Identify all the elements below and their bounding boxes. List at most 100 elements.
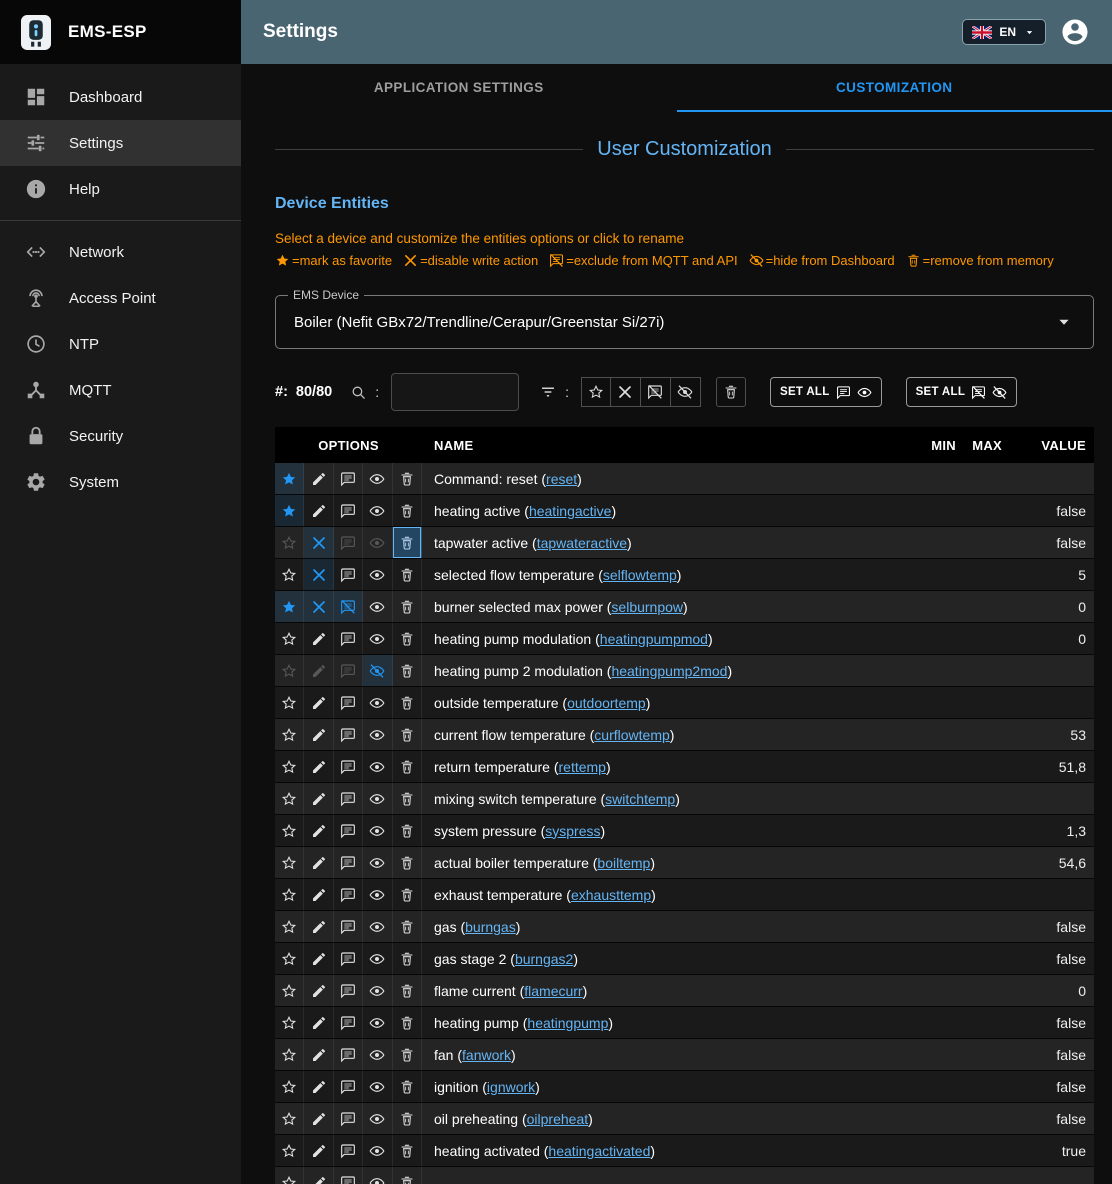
favorite-toggle[interactable] — [275, 975, 304, 1006]
hide-dashboard-toggle[interactable] — [363, 751, 392, 782]
entity-link[interactable]: reset — [546, 471, 577, 487]
hide-dashboard-toggle[interactable] — [363, 1007, 392, 1038]
favorite-toggle[interactable] — [275, 591, 304, 622]
hide-dashboard-toggle[interactable] — [363, 943, 392, 974]
ems-device-select[interactable]: EMS Device Boiler (Nefit GBx72/Trendline… — [275, 295, 1094, 349]
language-select[interactable]: EN — [962, 19, 1046, 45]
sidebar-item-network[interactable]: Network — [0, 229, 241, 275]
disable-write-toggle[interactable] — [304, 655, 333, 686]
exclude-mqtt-toggle[interactable] — [334, 463, 363, 494]
exclude-mqtt-toggle[interactable] — [334, 655, 363, 686]
disable-write-toggle[interactable] — [304, 495, 333, 526]
disable-write-toggle[interactable] — [304, 591, 333, 622]
hide-dashboard-toggle[interactable] — [363, 687, 392, 718]
favorite-toggle[interactable] — [275, 655, 304, 686]
remove-memory-toggle[interactable] — [393, 1071, 422, 1102]
favorite-toggle[interactable] — [275, 1167, 304, 1184]
favorite-toggle[interactable] — [275, 623, 304, 654]
exclude-mqtt-toggle[interactable] — [334, 751, 363, 782]
sidebar-item-access-point[interactable]: Access Point — [0, 275, 241, 321]
favorite-toggle[interactable] — [275, 1039, 304, 1070]
hide-dashboard-toggle[interactable] — [363, 527, 392, 558]
disable-write-toggle[interactable] — [304, 1039, 333, 1070]
filter-favorite-toggle[interactable] — [581, 377, 611, 407]
disable-write-toggle[interactable] — [304, 687, 333, 718]
exclude-mqtt-toggle[interactable] — [334, 911, 363, 942]
entity-link[interactable]: fanwork — [462, 1047, 511, 1063]
disable-write-toggle[interactable] — [304, 1103, 333, 1134]
filter-exclude-mqtt-toggle[interactable] — [641, 377, 671, 407]
exclude-mqtt-toggle[interactable] — [334, 591, 363, 622]
entity-link[interactable]: switchtemp — [605, 791, 675, 807]
hide-dashboard-toggle[interactable] — [363, 655, 392, 686]
hide-dashboard-toggle[interactable] — [363, 463, 392, 494]
entity-link[interactable]: outdoortemp — [567, 695, 646, 711]
disable-write-toggle[interactable] — [304, 911, 333, 942]
entity-link[interactable]: tapwateractive — [537, 535, 627, 551]
entity-link[interactable]: ignwork — [487, 1079, 535, 1095]
exclude-mqtt-toggle[interactable] — [334, 687, 363, 718]
hide-dashboard-toggle[interactable] — [363, 1167, 392, 1184]
account-icon[interactable] — [1060, 17, 1090, 47]
disable-write-toggle[interactable] — [304, 783, 333, 814]
favorite-toggle[interactable] — [275, 751, 304, 782]
remove-memory-toggle[interactable] — [393, 975, 422, 1006]
favorite-toggle[interactable] — [275, 783, 304, 814]
entity-link[interactable]: exhausttemp — [571, 887, 651, 903]
exclude-mqtt-toggle[interactable] — [334, 1007, 363, 1038]
exclude-mqtt-toggle[interactable] — [334, 495, 363, 526]
hide-dashboard-toggle[interactable] — [363, 591, 392, 622]
remove-memory-toggle[interactable] — [393, 1135, 422, 1166]
exclude-mqtt-toggle[interactable] — [334, 879, 363, 910]
hide-dashboard-toggle[interactable] — [363, 879, 392, 910]
hide-dashboard-toggle[interactable] — [363, 1039, 392, 1070]
remove-memory-toggle[interactable] — [393, 943, 422, 974]
exclude-mqtt-toggle[interactable] — [334, 527, 363, 558]
sidebar-item-dashboard[interactable]: Dashboard — [0, 74, 241, 120]
remove-memory-toggle[interactable] — [393, 687, 422, 718]
disable-write-toggle[interactable] — [304, 815, 333, 846]
disable-write-toggle[interactable] — [304, 559, 333, 590]
favorite-toggle[interactable] — [275, 719, 304, 750]
entity-link[interactable]: heatingactivated — [548, 1143, 650, 1159]
filter-delete-toggle[interactable] — [716, 377, 746, 407]
disable-write-toggle[interactable] — [304, 463, 333, 494]
remove-memory-toggle[interactable] — [393, 911, 422, 942]
exclude-mqtt-toggle[interactable] — [334, 719, 363, 750]
disable-write-toggle[interactable] — [304, 975, 333, 1006]
remove-memory-toggle[interactable] — [393, 719, 422, 750]
exclude-mqtt-toggle[interactable] — [334, 1103, 363, 1134]
favorite-toggle[interactable] — [275, 943, 304, 974]
sidebar-item-settings[interactable]: Settings — [0, 120, 241, 166]
sidebar-item-ntp[interactable]: NTP — [0, 321, 241, 367]
tab-customization[interactable]: CUSTOMIZATION — [677, 64, 1112, 112]
favorite-toggle[interactable] — [275, 463, 304, 494]
hide-dashboard-toggle[interactable] — [363, 623, 392, 654]
favorite-toggle[interactable] — [275, 527, 304, 558]
search-input[interactable] — [391, 373, 519, 411]
remove-memory-toggle[interactable] — [393, 495, 422, 526]
remove-memory-toggle[interactable] — [393, 1167, 422, 1184]
entity-link[interactable]: boiltemp — [597, 855, 650, 871]
hide-dashboard-toggle[interactable] — [363, 559, 392, 590]
filter-hide-dashboard-toggle[interactable] — [671, 377, 701, 407]
disable-write-toggle[interactable] — [304, 719, 333, 750]
remove-memory-toggle[interactable] — [393, 751, 422, 782]
hide-dashboard-toggle[interactable] — [363, 1103, 392, 1134]
remove-memory-toggle[interactable] — [393, 1103, 422, 1134]
exclude-mqtt-toggle[interactable] — [334, 1071, 363, 1102]
remove-memory-toggle[interactable] — [393, 847, 422, 878]
hide-dashboard-toggle[interactable] — [363, 975, 392, 1006]
entity-link[interactable]: selburnpow — [611, 599, 683, 615]
exclude-mqtt-toggle[interactable] — [334, 1135, 363, 1166]
favorite-toggle[interactable] — [275, 1007, 304, 1038]
favorite-toggle[interactable] — [275, 847, 304, 878]
disable-write-toggle[interactable] — [304, 1007, 333, 1038]
favorite-toggle[interactable] — [275, 559, 304, 590]
entity-link[interactable]: curflowtemp — [594, 727, 669, 743]
exclude-mqtt-toggle[interactable] — [334, 783, 363, 814]
entity-link[interactable]: syspress — [545, 823, 600, 839]
entity-link[interactable]: rettemp — [559, 759, 606, 775]
disable-write-toggle[interactable] — [304, 847, 333, 878]
entity-link[interactable]: heatingpump — [527, 1015, 608, 1031]
